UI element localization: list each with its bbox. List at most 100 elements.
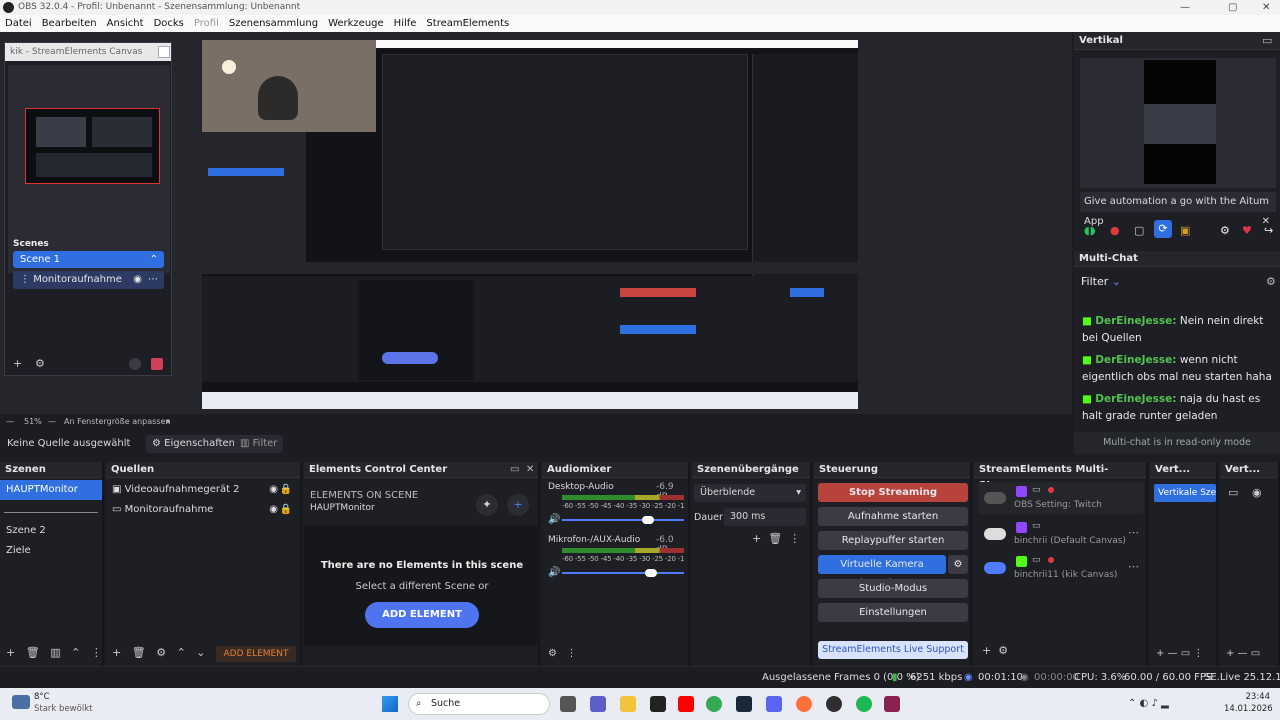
studio-mode-button[interactable]: Studio-Modus [818, 579, 968, 598]
add-icon[interactable]: + [13, 357, 22, 370]
eye-icon[interactable]: ◉ [269, 480, 278, 500]
more-icon[interactable]: ⋯ [1128, 526, 1139, 539]
teams-icon[interactable] [590, 696, 606, 712]
up-icon[interactable]: ⌃ [177, 646, 186, 659]
gear-icon[interactable]: ⚙ [156, 646, 166, 659]
dock-close-icon[interactable]: ✕ [526, 464, 534, 475]
up-icon[interactable]: ⌃ [71, 646, 80, 659]
discord-icon[interactable] [766, 696, 782, 712]
start-recording-button[interactable]: Aufnahme starten [818, 507, 968, 526]
multichat-filter[interactable]: Filter ⌄ [1081, 275, 1121, 288]
slider-handle[interactable] [642, 516, 654, 524]
more-icon[interactable]: ⋮ [91, 646, 102, 659]
source-item[interactable]: ▭ Monitoraufnahme ◉ 🔒 [106, 500, 300, 520]
source-item[interactable]: ▣ Videoaufnahmegerät 2 ◉ 🔒 [106, 480, 300, 500]
refresh-icon[interactable]: ⟳ [1154, 220, 1172, 238]
volume-slider[interactable] [562, 519, 684, 521]
filter-icon[interactable]: ▥ [50, 646, 60, 659]
square-icon[interactable]: ▢ [1134, 224, 1144, 237]
stop-streaming-button[interactable]: Stop Streaming [818, 483, 968, 502]
properties-button[interactable]: ⚙ Eigenschaften [146, 435, 242, 453]
toggle[interactable] [984, 492, 1006, 504]
fit-to-window[interactable]: An Fenstergröße anpassen [64, 414, 171, 430]
gear-icon[interactable]: ⚙ [998, 644, 1008, 657]
delete-icon[interactable]: 🗑 [768, 532, 782, 545]
eye-icon[interactable]: ◉ [1252, 486, 1262, 499]
menu-hilfe[interactable]: Hilfe [389, 15, 422, 32]
scene-item[interactable]: Szene 2 [0, 521, 102, 541]
transition-select[interactable]: Überblende ▾ [694, 484, 806, 502]
filter-button[interactable]: ▥ Filter [234, 435, 284, 453]
menu-docks[interactable]: Docks [149, 15, 189, 32]
youtube-icon[interactable] [678, 696, 694, 712]
more-icon[interactable]: ⋯ [148, 271, 158, 289]
lock-icon[interactable]: 🔒 [280, 500, 292, 520]
delete-icon[interactable]: 🗑 [26, 646, 40, 659]
menu-ansicht[interactable]: Ansicht [102, 15, 149, 32]
minimize-icon[interactable]: — [1180, 0, 1190, 15]
gear-icon[interactable]: ⚙ [35, 357, 45, 370]
menu-szenensammlung[interactable]: Szenensammlung [224, 15, 323, 32]
chrome-icon[interactable] [706, 696, 722, 712]
dock-float-icon[interactable]: ▭ [510, 464, 519, 475]
stream-row[interactable]: ▭ binchrii (Default Canvas) ⋯ [978, 518, 1144, 550]
firefox-icon[interactable] [796, 696, 812, 712]
settings-button[interactable]: Einstellungen [818, 603, 968, 622]
canvas-scene-1[interactable]: Scene 1 ⌃ [13, 251, 164, 268]
scene-item[interactable]: HAUPTMonitor [0, 480, 102, 500]
monitor-icon[interactable]: ▭ [1228, 486, 1238, 499]
stream-row[interactable]: ▭ binchrii11 (kik Canvas) ⋯ [978, 552, 1144, 584]
zoom-dropdown-icon[interactable]: ▾ [166, 414, 170, 430]
menu-bearbeiten[interactable]: Bearbeiten [37, 15, 102, 32]
add-icon[interactable]: + [982, 644, 991, 657]
taskview-icon[interactable] [560, 696, 576, 712]
windows-start-icon[interactable] [382, 696, 398, 712]
mute-icon[interactable] [129, 358, 141, 370]
winrar-icon[interactable] [884, 696, 900, 712]
maximize-icon[interactable]: ▢ [1228, 0, 1237, 15]
speaker-icon[interactable]: 🔊 [548, 514, 560, 525]
canvas-window-close-icon[interactable] [158, 46, 170, 58]
eye-icon[interactable]: ◉ [269, 500, 278, 520]
lock-icon[interactable]: 🔒 [280, 480, 292, 500]
speaker-icon[interactable]: 🔊 [548, 567, 560, 578]
toggle[interactable] [984, 528, 1006, 540]
add-icon[interactable]: + [6, 646, 15, 659]
vertical-scene-button[interactable]: Vertikale Szene [1154, 484, 1216, 502]
sparkle-icon[interactable]: ✦ [476, 494, 498, 516]
dock-float-icon[interactable]: ▭ [1262, 34, 1272, 47]
down-icon[interactable]: ⌄ [196, 646, 205, 659]
more-icon[interactable]: ⋯ [1128, 560, 1139, 573]
folder-icon[interactable]: ▣ [1180, 224, 1190, 237]
explorer-icon[interactable] [620, 696, 636, 712]
canvas-source-row[interactable]: ⋮ Monitoraufnahme ◉ ⋯ [13, 271, 164, 289]
mixer-settings-icon[interactable]: ⚙ ⋮ [548, 648, 577, 659]
virtual-camera-settings-icon[interactable]: ⚙ [948, 555, 968, 574]
menu-profil[interactable]: Profil [189, 15, 224, 32]
close-icon[interactable]: ✕ [1262, 0, 1270, 15]
settings-icon[interactable]: ⚙ [1220, 224, 1230, 237]
add-icon[interactable]: + [507, 494, 529, 516]
main-preview-capture[interactable] [202, 40, 858, 409]
add-icon[interactable]: + [112, 646, 121, 659]
canvas-thumbnail[interactable] [25, 108, 160, 184]
volume-slider[interactable] [562, 572, 684, 574]
add-element-small-button[interactable]: ADD ELEMENT [216, 646, 296, 662]
virtual-camera-button[interactable]: Virtuelle Kamera beenden [818, 555, 946, 589]
terminal-icon[interactable] [650, 696, 666, 712]
weather-icon[interactable] [12, 695, 30, 709]
slider-handle[interactable] [645, 569, 657, 577]
replay-buffer-button[interactable]: Replaypuffer starten [818, 531, 968, 550]
duration-field[interactable]: 300 ms [724, 508, 806, 526]
tray-icons[interactable]: ⌃ ◐ ♪ ▂ [1128, 698, 1169, 709]
record-dot-icon[interactable]: ● [1110, 224, 1120, 237]
heart-icon[interactable]: ♥ [1242, 224, 1252, 237]
live-support-button[interactable]: StreamElements Live Support [818, 641, 968, 659]
toggle[interactable] [984, 562, 1006, 574]
eye-icon[interactable]: ◉ [133, 271, 142, 289]
record-icon[interactable] [151, 358, 163, 370]
share-icon[interactable]: ↪ [1264, 224, 1273, 237]
zoom-plus[interactable]: — [48, 414, 56, 430]
add-element-button[interactable]: ADD ELEMENT [365, 602, 479, 628]
aitum-icon-1[interactable]: ◖◗ [1084, 224, 1096, 237]
